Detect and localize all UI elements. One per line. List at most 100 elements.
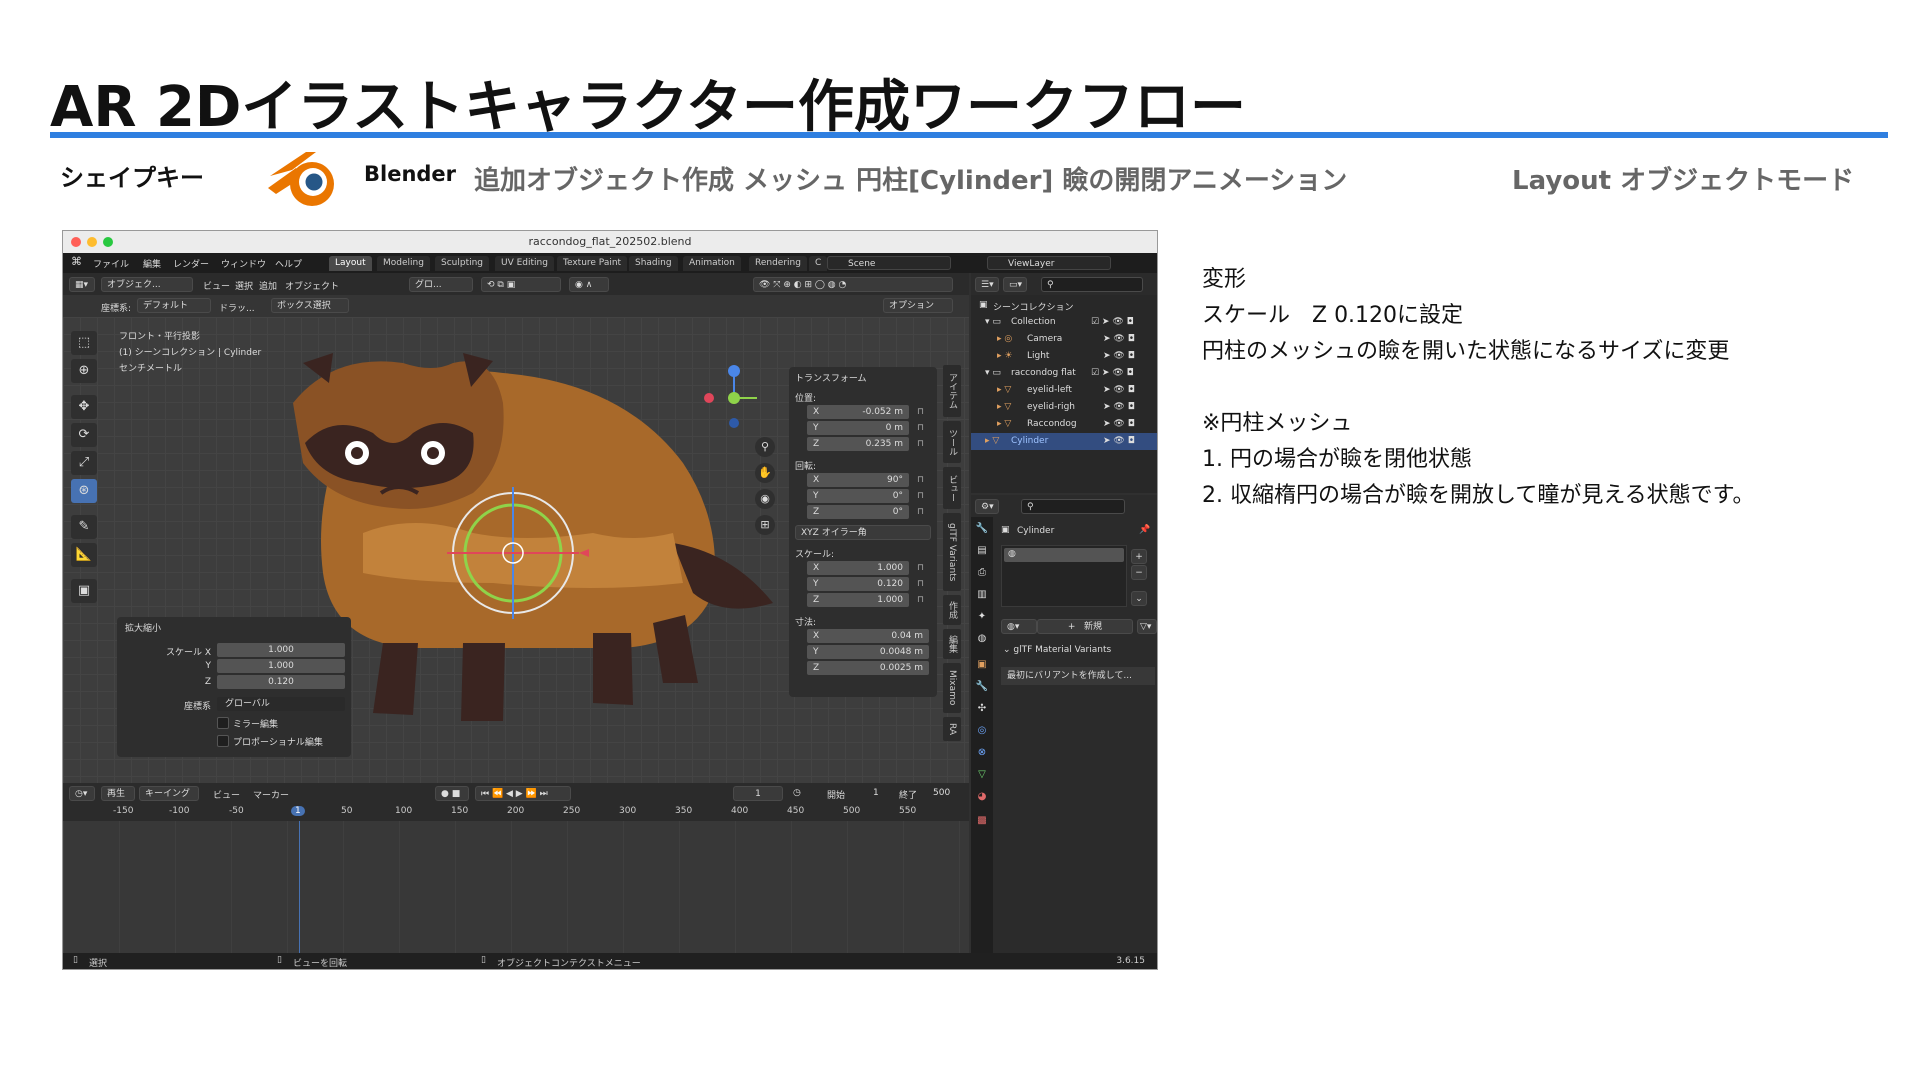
gltf-section-header[interactable]: ⌄ glTF Material Variants [1003, 645, 1111, 655]
scale-z-operator-field[interactable]: Z 0.120 [117, 675, 351, 690]
coord-selector[interactable]: デフォルト [137, 298, 211, 313]
tab-more[interactable]: C [809, 256, 828, 271]
zoom-icon[interactable]: ⚲ [755, 437, 775, 457]
camera-view-icon[interactable]: ◉ [755, 489, 775, 509]
outliner-editor-icon[interactable]: ☰▾ [975, 277, 999, 292]
view-layer-props-icon[interactable]: ▥ [974, 587, 990, 603]
ortho-grid-icon[interactable]: ⊞ [755, 515, 775, 535]
tab-uv-editing[interactable]: UV Editing [495, 256, 554, 271]
scale-x-field[interactable]: 1.000 X ⊓ [795, 561, 933, 576]
properties-editor-icon[interactable]: ⚙▾ [975, 499, 999, 514]
data-props-icon[interactable]: ▽ [974, 767, 990, 783]
slot-menu-button[interactable]: ⌄ [1131, 591, 1147, 606]
dimension-x-field[interactable]: 0.04 mX [795, 629, 933, 644]
texture-props-icon[interactable]: ▩ [974, 813, 990, 829]
rotation-x-field[interactable]: 90° X ⊓ [795, 473, 933, 488]
timeline-editor-type-icon[interactable]: ◷▾ [69, 786, 95, 801]
select-box-dropdown[interactable]: ボックス選択 [271, 298, 349, 313]
timeline-body[interactable] [63, 821, 969, 961]
rotation-z-field[interactable]: 0° Z ⊓ [795, 505, 933, 520]
outliner-item-eyelid-left[interactable]: ▸ ▽ eyelid-left ➤ 👁 ◘ [971, 382, 1157, 399]
menu-object[interactable]: オブジェクト [285, 279, 339, 292]
keying-menu[interactable]: キーイング [139, 786, 199, 801]
timeline-editor[interactable]: ◷▾ 再生 キーイング ビュー マーカー ● ■ ⏮ ⏪ ◀ ▶ ⏩ ⏭ 1 ◷… [63, 783, 969, 969]
outliner-search-icon[interactable]: ⚲ [1041, 277, 1143, 292]
output-props-icon[interactable]: ⎙ [974, 565, 990, 581]
menu-help[interactable]: ヘルプ [275, 257, 302, 270]
material-slot[interactable]: ◍ [1004, 548, 1124, 562]
properties-search-icon[interactable]: ⚲ [1021, 499, 1125, 514]
menu-file[interactable]: ファイル [93, 257, 129, 270]
dimension-y-field[interactable]: 0.0048 mY [795, 645, 933, 660]
menu-window[interactable]: ウィンドウ [221, 257, 266, 270]
outliner-item-raccondog-flat[interactable]: ▾ ▭ raccondog flat ☑ ➤ 👁 ◘ [971, 365, 1157, 382]
add-cube-tool-icon[interactable]: ▣ [71, 579, 97, 603]
last-operator-title[interactable]: 拡大縮小 [125, 621, 161, 634]
proportional-checkbox[interactable] [217, 735, 229, 747]
menu-render[interactable]: レンダー [173, 257, 209, 270]
tab-layout[interactable]: Layout [329, 256, 372, 271]
material-filter-icon[interactable]: ▽▾ [1137, 619, 1157, 634]
tab-view[interactable]: ビュー [943, 467, 961, 509]
outliner-item-light[interactable]: ▸ ☀ Light ➤ 👁 ◘ [971, 348, 1157, 365]
tab-edit[interactable]: 編集 [943, 629, 961, 659]
editor-type-icon[interactable]: ▦▾ [69, 277, 95, 292]
tab-tool[interactable]: ツール [943, 421, 961, 463]
outliner-root[interactable]: ▣ シーンコレクション [971, 297, 1157, 314]
location-y-field[interactable]: 0 m Y ⊓ [795, 421, 933, 436]
outliner-item-raccondog[interactable]: ▸ ▽ Raccondog ➤ 👁 ◘ [971, 416, 1157, 433]
end-frame-field[interactable]: 500 [933, 788, 950, 798]
tab-sculpting[interactable]: Sculpting [435, 256, 490, 271]
navigation-gizmo[interactable] [699, 363, 769, 433]
remove-slot-button[interactable]: − [1131, 565, 1147, 580]
menu-add[interactable]: 追加 [259, 279, 277, 292]
render-props-icon[interactable]: ▤ [974, 543, 990, 559]
location-x-field[interactable]: -0.052 m X ⊓ [795, 405, 933, 420]
world-props-icon[interactable]: ◍ [974, 631, 990, 647]
menu-select[interactable]: 選択 [235, 279, 253, 292]
scale-x-operator-field[interactable]: スケール X 1.000 [117, 643, 351, 658]
cursor-tool-icon[interactable]: ⊕ [71, 359, 97, 383]
scale-y-operator-field[interactable]: Y 1.000 [117, 659, 351, 674]
mode-selector[interactable]: オブジェク... [101, 277, 193, 292]
location-z-field[interactable]: 0.235 m Z ⊓ [795, 437, 933, 452]
mirror-checkbox[interactable] [217, 717, 229, 729]
tab-rendering[interactable]: Rendering [749, 256, 807, 271]
material-slot-list[interactable]: ◍ [1001, 545, 1127, 607]
playback-menu[interactable]: 再生 [101, 786, 135, 801]
start-frame-field[interactable]: 1 [873, 788, 879, 798]
timeline-view-menu[interactable]: ビュー [213, 788, 240, 801]
outliner-item-eyelid-right[interactable]: ▸ ▽ eyelid-righ ➤ 👁 ◘ [971, 399, 1157, 416]
add-slot-button[interactable]: + [1131, 549, 1147, 564]
options-dropdown[interactable]: オプション [883, 298, 953, 313]
modifier-props-icon[interactable]: 🔧 [974, 679, 990, 695]
viewport-3d[interactable]: ▦▾ オブジェク... ビュー 選択 追加 オブジェクト グロ... ⟲ ⧉ ▣… [63, 273, 969, 783]
rotate-tool-icon[interactable]: ⟳ [71, 423, 97, 447]
scale-z-field[interactable]: 1.000 Z ⊓ [795, 593, 933, 608]
new-material-button[interactable]: + 新規 [1037, 619, 1133, 634]
menu-view[interactable]: ビュー [203, 279, 230, 292]
tab-shading[interactable]: Shading [629, 256, 678, 271]
viewlayer-selector[interactable]: ViewLayer [987, 256, 1111, 270]
outliner-item-collection[interactable]: ▾ ▭ Collection ☑ ➤ 👁 ◘ [971, 314, 1157, 331]
measure-tool-icon[interactable]: 📐 [71, 543, 97, 567]
tab-ra[interactable]: RA [943, 717, 961, 741]
outliner-item-camera[interactable]: ▸ ◎ Camera ➤ 👁 ◘ [971, 331, 1157, 348]
tab-modeling[interactable]: Modeling [377, 256, 430, 271]
tool-props-icon[interactable]: 🔧 [974, 521, 990, 537]
orientation-selector[interactable]: グロ... [409, 277, 473, 292]
object-props-icon[interactable]: ▣ [974, 657, 990, 673]
transform-tool-icon[interactable]: ⊛ [71, 479, 97, 503]
shading-controls-icons[interactable]: 👁 ⤧ ⊕ ◐ ⊞ ◯ ◍ ◔ [753, 277, 953, 292]
proportional-edit-icon[interactable]: ◉ ∧ [569, 277, 609, 292]
tab-create[interactable]: 作成 [943, 595, 961, 625]
scene-props-icon[interactable]: ✦ [974, 609, 990, 625]
orientation-operator-field[interactable]: 座標系 グローバル [117, 697, 351, 712]
pin-icon[interactable]: 📌 [1139, 525, 1150, 535]
playhead-frame-label[interactable]: 1 [291, 806, 305, 816]
display-mode-icon[interactable]: ▭▾ [1003, 277, 1027, 292]
record-button[interactable]: ● ■ [435, 786, 469, 801]
tab-item[interactable]: アイテム [943, 365, 961, 417]
particles-props-icon[interactable]: ✣ [974, 701, 990, 717]
tab-gltf-variants[interactable]: glTF Variants [943, 513, 961, 591]
